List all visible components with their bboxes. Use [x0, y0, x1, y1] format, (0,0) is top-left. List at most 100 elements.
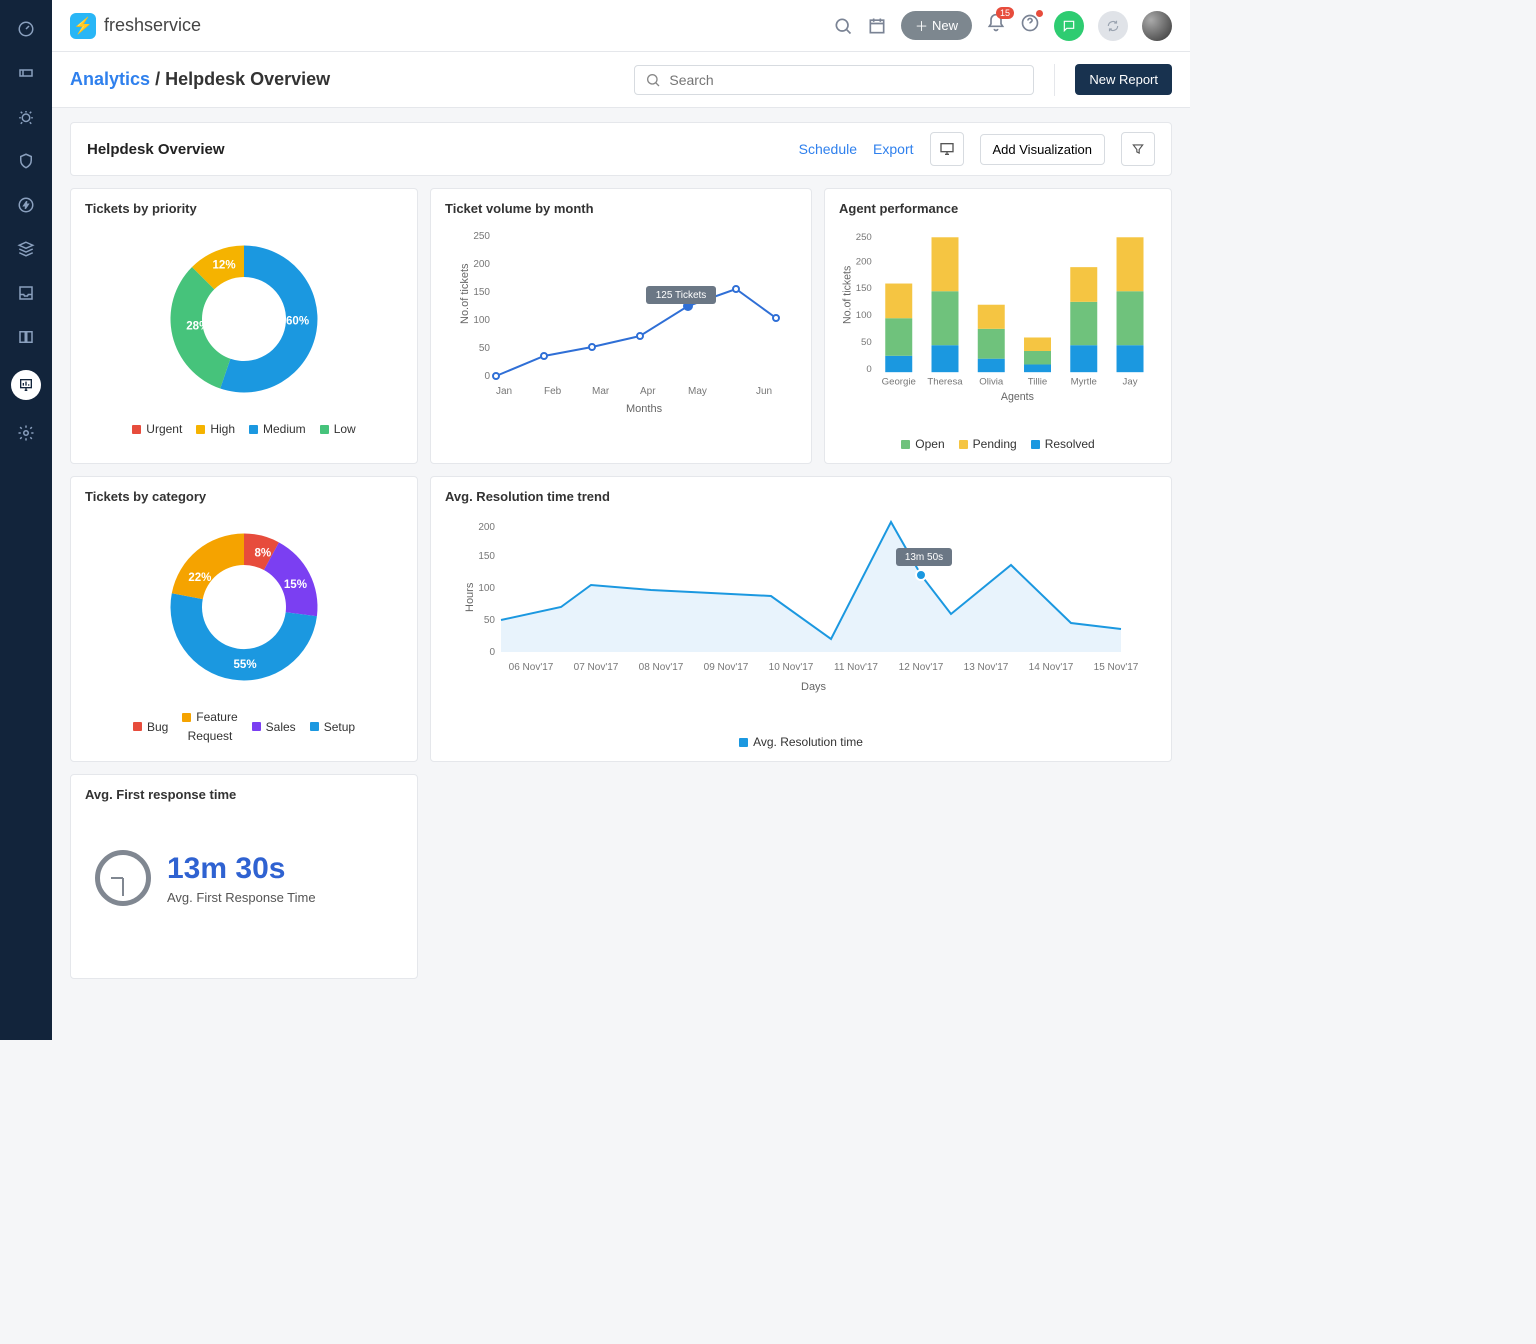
donut-category: 8% 15% 55% 22% — [139, 512, 349, 702]
svg-text:Olivia: Olivia — [979, 377, 1004, 388]
svg-text:Jay: Jay — [1123, 377, 1138, 388]
card-resolution-trend: Avg. Resolution time trend Hours 050 100… — [430, 476, 1172, 762]
svg-text:14 Nov'17: 14 Nov'17 — [1029, 662, 1074, 673]
svg-text:07 Nov'17: 07 Nov'17 — [574, 662, 619, 673]
export-button[interactable]: Export — [873, 141, 913, 157]
nav-ticket-icon[interactable] — [15, 62, 37, 84]
filter-icon — [1131, 142, 1145, 156]
card-first-response: Avg. First response time 13m 30s Avg. Fi… — [70, 774, 418, 979]
new-button[interactable]: ＋ New — [901, 11, 972, 40]
nav-stack-icon[interactable] — [15, 238, 37, 260]
legend: Urgent High Medium Low — [85, 422, 403, 436]
chat-icon — [1062, 19, 1076, 33]
svg-text:15 Nov'17: 15 Nov'17 — [1094, 662, 1139, 673]
search-input[interactable] — [669, 72, 1023, 88]
schedule-button[interactable]: Schedule — [799, 141, 857, 157]
svg-text:Apr: Apr — [640, 386, 656, 397]
card-title: Ticket volume by month — [445, 201, 797, 216]
svg-text:250: 250 — [473, 231, 490, 242]
brand-logo[interactable]: ⚡ freshservice — [70, 13, 201, 39]
svg-text:100: 100 — [856, 310, 872, 321]
nav-settings-icon[interactable] — [15, 422, 37, 444]
svg-text:Jun: Jun — [756, 386, 772, 397]
svg-text:200: 200 — [856, 256, 872, 267]
svg-text:22%: 22% — [188, 572, 211, 584]
page-header: Helpdesk Overview Schedule Export Add Vi… — [70, 122, 1172, 176]
svg-text:No.of tickets: No.of tickets — [459, 263, 471, 324]
svg-text:Agents: Agents — [1001, 391, 1034, 403]
crumb-page: Helpdesk Overview — [165, 69, 330, 89]
bolt-icon: ⚡ — [70, 13, 96, 39]
clock-icon — [95, 850, 151, 906]
nav-bug-icon[interactable] — [15, 106, 37, 128]
svg-text:50: 50 — [479, 343, 491, 354]
svg-text:0: 0 — [866, 364, 871, 375]
card-tickets-priority: Tickets by priority 60% 28% 12% — [70, 188, 418, 464]
left-nav — [0, 0, 52, 1040]
svg-text:150: 150 — [473, 287, 490, 298]
nav-shield-icon[interactable] — [15, 150, 37, 172]
svg-text:0: 0 — [484, 371, 490, 382]
svg-text:Months: Months — [626, 403, 663, 414]
nav-tray-icon[interactable] — [15, 282, 37, 304]
card-title: Tickets by priority — [85, 201, 403, 216]
svg-text:Myrtle: Myrtle — [1071, 377, 1097, 388]
help-button[interactable] — [1020, 13, 1040, 38]
svg-text:28%: 28% — [186, 321, 209, 333]
chat-button[interactable] — [1054, 11, 1084, 41]
card-title: Avg. Resolution time trend — [445, 489, 1157, 504]
kpi-caption: Avg. First Response Time — [167, 890, 316, 905]
nav-book-icon[interactable] — [15, 326, 37, 348]
search-icon[interactable] — [833, 16, 853, 36]
brand-name: freshservice — [104, 15, 201, 36]
refresh-icon — [1106, 19, 1120, 33]
card-agent-performance: Agent performance No.of tickets 050 1001… — [824, 188, 1172, 464]
search-box[interactable] — [634, 65, 1034, 95]
filter-button[interactable] — [1121, 132, 1155, 166]
svg-text:Feb: Feb — [544, 386, 562, 397]
svg-text:100: 100 — [473, 315, 490, 326]
svg-text:55%: 55% — [234, 659, 257, 671]
present-button[interactable] — [930, 132, 964, 166]
line-volume: No.of tickets 0 50 100 150 200 250 — [445, 224, 797, 414]
calendar-icon[interactable] — [867, 16, 887, 36]
sub-bar: Analytics / Helpdesk Overview New Report — [52, 52, 1190, 108]
nav-analytics-icon[interactable] — [11, 370, 41, 400]
add-visualization-button[interactable]: Add Visualization — [980, 134, 1106, 165]
area-resolution: Hours 050 100150 200 13m 50s 0 — [445, 512, 1157, 722]
svg-text:12 Nov'17: 12 Nov'17 — [899, 662, 944, 673]
svg-text:May: May — [688, 386, 707, 397]
new-report-button[interactable]: New Report — [1075, 64, 1172, 95]
svg-text:06 Nov'17: 06 Nov'17 — [509, 662, 554, 673]
svg-text:Mar: Mar — [592, 386, 610, 397]
svg-text:15%: 15% — [284, 579, 307, 591]
notif-badge: 15 — [996, 7, 1014, 19]
svg-text:13 Nov'17: 13 Nov'17 — [964, 662, 1009, 673]
svg-text:200: 200 — [478, 522, 495, 533]
kpi-value: 13m 30s — [167, 852, 316, 886]
bar-agents: No.of tickets 050 100150 200250 — [839, 224, 1157, 424]
nav-bolt-icon[interactable] — [15, 194, 37, 216]
svg-text:8%: 8% — [255, 548, 272, 560]
notifications-button[interactable]: 15 — [986, 13, 1006, 38]
svg-text:11 Nov'17: 11 Nov'17 — [834, 662, 878, 673]
nav-speed-icon[interactable] — [15, 18, 37, 40]
svg-text:12%: 12% — [213, 260, 236, 272]
svg-text:Hours: Hours — [464, 582, 476, 612]
card-ticket-volume: Ticket volume by month No.of tickets 0 5… — [430, 188, 812, 464]
refresh-button[interactable] — [1098, 11, 1128, 41]
svg-text:Theresa: Theresa — [927, 377, 963, 388]
svg-text:Tillie: Tillie — [1028, 377, 1047, 388]
avatar[interactable] — [1142, 11, 1172, 41]
svg-text:13m 50s: 13m 50s — [905, 552, 943, 563]
search-icon — [645, 72, 661, 88]
page-title: Helpdesk Overview — [87, 141, 225, 158]
svg-text:50: 50 — [861, 337, 872, 348]
svg-text:09 Nov'17: 09 Nov'17 — [704, 662, 749, 673]
svg-text:Days: Days — [801, 681, 827, 693]
card-tickets-category: Tickets by category 8% — [70, 476, 418, 762]
svg-text:200: 200 — [473, 259, 490, 270]
svg-text:Georgie: Georgie — [882, 377, 916, 388]
crumb-analytics[interactable]: Analytics — [70, 69, 150, 89]
help-dot — [1036, 10, 1043, 17]
